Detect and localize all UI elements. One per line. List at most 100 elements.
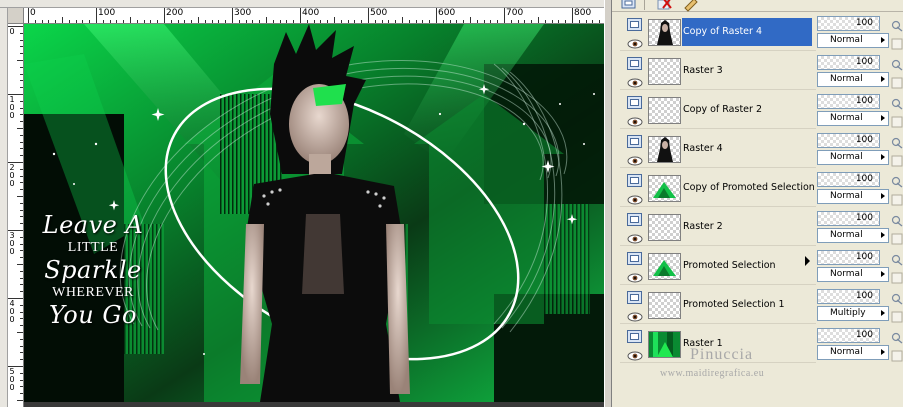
link-icon[interactable] [891,308,903,323]
layer-row[interactable]: Copy of Raster 4 [620,14,816,51]
ruler-tick [20,379,23,381]
layer-row[interactable]: Promoted Selection 1 [620,287,816,324]
blend-mode-select[interactable]: Multiply [817,306,889,321]
vertical-scroll-edge[interactable] [0,8,8,407]
dropdown-arrow-icon[interactable] [878,34,888,47]
expand-arrow-icon[interactable] [805,256,810,266]
lock-icon[interactable] [891,173,903,188]
layer-thumbnail[interactable] [648,214,681,241]
opacity-field[interactable]: 100 [817,172,880,187]
layer-thumbnail[interactable] [648,136,681,163]
opacity-field[interactable]: 100 [817,55,880,70]
blend-mode-select[interactable]: Normal [817,33,889,48]
lock-icon[interactable] [891,329,903,344]
dropdown-arrow-icon[interactable] [878,268,888,281]
layer-name[interactable]: Copy of Raster 4 [682,18,812,46]
layer-type-icon[interactable] [627,57,642,70]
blend-mode-select[interactable]: Normal [817,267,889,282]
layer-type-icon[interactable] [627,252,642,265]
layer-thumbnail[interactable] [648,58,681,85]
opacity-field[interactable]: 100 [817,133,880,148]
lock-icon[interactable] [891,95,903,110]
blend-mode-select[interactable]: Normal [817,189,889,204]
layer-name[interactable]: Raster 3 [682,57,812,85]
layer-type-icon[interactable] [627,291,642,304]
layer-name[interactable]: Promoted Selection 1 [682,291,812,319]
eye-icon[interactable] [627,190,643,205]
dropdown-arrow-icon[interactable] [878,151,888,164]
opacity-field[interactable]: 100 [817,94,880,109]
layer-type-icon[interactable] [627,330,642,343]
link-icon[interactable] [891,74,903,89]
layer-name[interactable]: Raster 2 [682,213,812,241]
ruler-tick [592,20,594,23]
horizontal-scroll-edge[interactable] [0,0,612,8]
ruler-tick [20,372,23,374]
link-icon[interactable] [891,35,903,50]
link-icon[interactable] [891,191,903,206]
layer-name[interactable]: Copy of Promoted Selection [682,174,815,202]
artwork-image[interactable]: Leave A LITTLE Sparkle WHEREVER You Go [24,24,608,402]
layer-thumbnail[interactable] [648,19,681,46]
blend-mode-select[interactable]: Normal [817,228,889,243]
edit-layer-icon[interactable] [680,0,702,12]
image-area[interactable]: Leave A LITTLE Sparkle WHEREVER You Go [24,24,612,407]
dropdown-arrow-icon[interactable] [878,112,888,125]
layer-type-icon[interactable] [627,213,642,226]
window-separator[interactable] [604,0,612,407]
link-icon[interactable] [891,269,903,284]
blend-mode-select[interactable]: Normal [817,111,889,126]
ruler-label: 100 [98,8,116,18]
lock-icon[interactable] [891,251,903,266]
eye-icon[interactable] [627,34,643,49]
opacity-value: 100 [855,96,873,106]
link-icon[interactable] [891,152,903,167]
eye-icon[interactable] [627,268,643,283]
opacity-field[interactable]: 100 [817,250,880,265]
opacity-field[interactable]: 100 [817,211,880,226]
layer-row[interactable]: Raster 3 [620,53,816,90]
ruler-tick [490,20,492,23]
layer-thumbnail[interactable] [648,292,681,319]
dropdown-arrow-icon[interactable] [878,307,888,320]
dropdown-arrow-icon[interactable] [878,73,888,86]
new-layer-icon[interactable] [618,0,640,12]
layer-row[interactable]: Copy of Raster 2 [620,92,816,129]
lock-icon[interactable] [891,134,903,149]
layer-thumbnail[interactable] [648,97,681,124]
blend-mode-select[interactable]: Normal [817,150,889,165]
eye-icon[interactable] [627,307,643,322]
dropdown-arrow-icon[interactable] [878,229,888,242]
opacity-field[interactable]: 100 [817,16,880,31]
blend-mode-select[interactable]: Normal [817,72,889,87]
lock-icon[interactable] [891,17,903,32]
layer-row[interactable]: Promoted Selection [620,248,816,285]
layer-name[interactable]: Promoted Selection [682,252,812,280]
link-icon[interactable] [891,230,903,245]
layer-type-icon[interactable] [627,174,642,187]
lock-icon[interactable] [891,56,903,71]
layer-thumbnail[interactable] [648,175,681,202]
layer-type-icon[interactable] [627,18,642,31]
eye-icon[interactable] [627,151,643,166]
layer-row[interactable]: Raster 4 [620,131,816,168]
ruler-label: 100 [9,96,17,120]
eye-icon[interactable] [627,73,643,88]
lock-icon[interactable] [891,212,903,227]
layer-name[interactable]: Copy of Raster 2 [682,96,812,124]
link-icon[interactable] [891,113,903,128]
layer-row[interactable]: Raster 2 [620,209,816,246]
opacity-field[interactable]: 100 [817,328,880,343]
eye-icon[interactable] [627,112,643,127]
layer-type-icon[interactable] [627,96,642,109]
delete-layer-icon[interactable] [654,0,676,12]
layer-row[interactable]: Copy of Promoted Selection [620,170,816,207]
dropdown-arrow-icon[interactable] [878,190,888,203]
layer-name[interactable]: Raster 4 [682,135,812,163]
layer-type-icon[interactable] [627,135,642,148]
lock-icon[interactable] [891,290,903,305]
eye-icon[interactable] [627,229,643,244]
opacity-field[interactable]: 100 [817,289,880,304]
ruler-tick [184,20,186,23]
layer-thumbnail[interactable] [648,253,681,280]
